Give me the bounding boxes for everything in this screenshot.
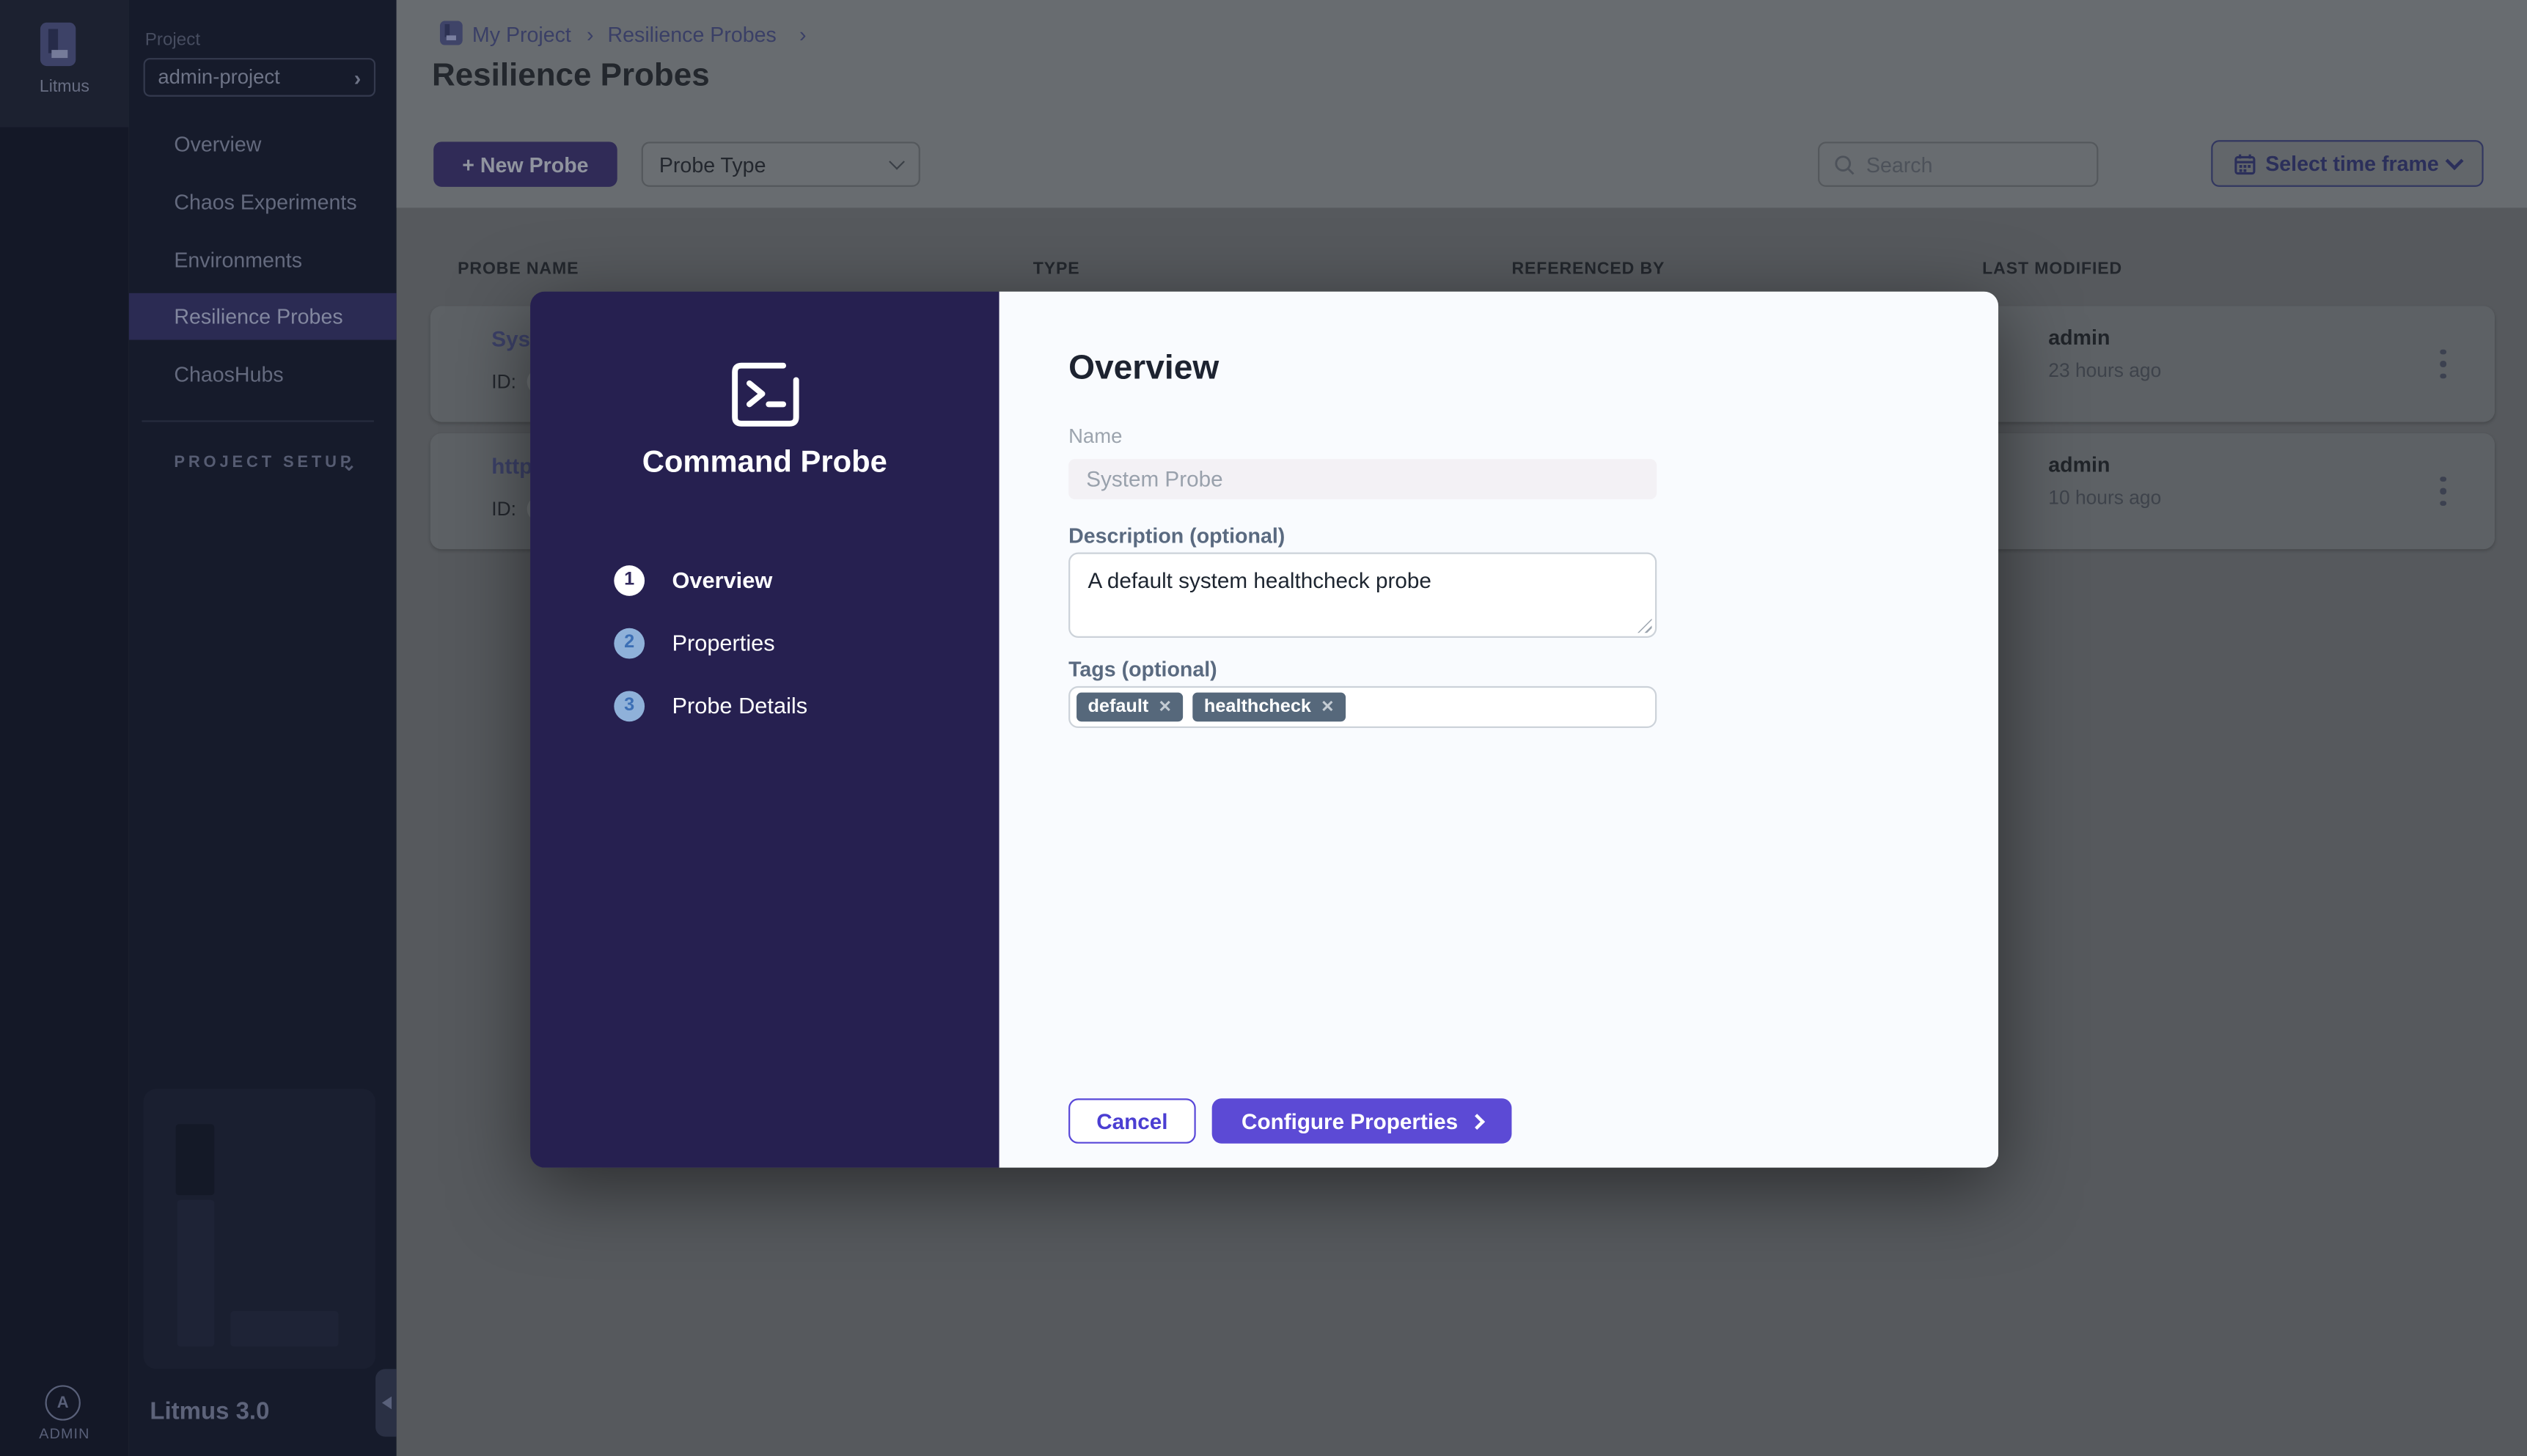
sidebar-item-chaoshubs[interactable]: ChaosHubs <box>129 351 397 398</box>
breadcrumb-item-project[interactable]: My Project <box>472 23 571 47</box>
tags-input[interactable]: default ✕ healthcheck ✕ <box>1068 685 1657 728</box>
chevron-down-icon <box>889 152 905 169</box>
chevron-down-icon: ⌄ <box>341 455 357 476</box>
column-header-referenced-by: REFERENCED BY <box>1511 259 1665 279</box>
form-heading: Overview <box>1068 349 1220 387</box>
project-selector[interactable]: admin-project › <box>143 58 376 97</box>
tags-label: Tags (optional) <box>1068 657 1217 682</box>
remove-tag-icon[interactable]: ✕ <box>1321 698 1334 716</box>
brand-name: Litmus <box>39 77 89 97</box>
step-label: Properties <box>672 629 775 656</box>
mini-rail: Litmus A ADMIN <box>0 0 129 1456</box>
app-version: Litmus 3.0 <box>150 1397 270 1426</box>
search-placeholder: Search <box>1866 152 1933 177</box>
cancel-button[interactable]: Cancel <box>1068 1098 1196 1144</box>
probe-type-value: Probe Type <box>659 152 766 177</box>
project-sidebar: Project admin-project › Overview Chaos E… <box>128 0 397 1456</box>
probe-type-select[interactable]: Probe Type <box>641 141 920 187</box>
modified-by: admin <box>2048 452 2110 477</box>
name-label: Name <box>1068 424 1123 448</box>
probe-type-title: Command Probe <box>642 446 887 480</box>
configure-properties-button[interactable]: Configure Properties <box>1211 1098 1512 1144</box>
column-header-probe-name: PROBE NAME <box>458 259 579 279</box>
name-field[interactable] <box>1068 459 1657 500</box>
chevron-down-icon <box>2446 151 2465 170</box>
chevron-right-icon: › <box>353 65 362 89</box>
step-number: 2 <box>614 627 645 658</box>
step-number: 1 <box>614 565 645 595</box>
collapse-arrow-icon <box>381 1396 391 1410</box>
step-probe-details[interactable]: 3 Probe Details <box>614 686 936 725</box>
page-header: My Project › Resilience Probes › Resilie… <box>396 0 2527 208</box>
sidebar-item-environments[interactable]: Environments <box>129 237 397 284</box>
time-frame-button[interactable]: Select time frame <box>2211 140 2484 187</box>
time-frame-label: Select time frame <box>2265 151 2439 176</box>
breadcrumb-logo-icon <box>439 21 463 45</box>
sidebar-divider <box>142 420 374 422</box>
step-label: Overview <box>672 567 773 593</box>
tag-label: healthcheck <box>1203 697 1312 717</box>
skeleton-block <box>175 1124 215 1196</box>
step-overview[interactable]: 1 Overview <box>614 561 936 600</box>
litmus-logo-icon <box>40 22 76 67</box>
search-input[interactable]: Search <box>1818 141 2099 187</box>
id-label: ID: <box>491 497 517 521</box>
calendar-icon <box>2234 153 2255 174</box>
sidebar-collapse-handle[interactable] <box>375 1369 397 1437</box>
app-root: Litmus A ADMIN Project admin-project › O… <box>0 0 2527 1456</box>
chevron-right-icon <box>1468 1114 1485 1130</box>
step-label: Probe Details <box>672 692 808 718</box>
modified-time: 10 hours ago <box>2048 486 2162 510</box>
sidebar-item-overview[interactable]: Overview <box>129 121 397 168</box>
breadcrumb-separator: › <box>799 22 807 47</box>
skeleton-block <box>177 1199 215 1347</box>
user-role-label: ADMIN <box>39 1425 90 1442</box>
breadcrumb-item-resilience-probes[interactable]: Resilience Probes <box>608 23 777 47</box>
project-name: admin-project <box>158 66 280 89</box>
avatar[interactable]: A <box>45 1385 81 1421</box>
modal-step-panel: Command Probe 1 Overview 2 Properties 3 … <box>530 291 1000 1168</box>
breadcrumb-separator: › <box>586 22 594 47</box>
description-label: Description (optional) <box>1068 523 1285 548</box>
row-menu-button[interactable] <box>2426 467 2461 515</box>
configure-properties-label: Configure Properties <box>1242 1108 1459 1133</box>
column-header-last-modified: LAST MODIFIED <box>1982 259 2123 279</box>
skeleton-block <box>230 1311 339 1347</box>
id-label: ID: <box>491 370 517 394</box>
modal-form-panel: Overview Name Description (optional) Tag… <box>999 291 1999 1168</box>
sidebar-item-chaos-experiments[interactable]: Chaos Experiments <box>129 179 397 226</box>
modified-by: admin <box>2048 325 2110 350</box>
sidebar-item-resilience-probes[interactable]: Resilience Probes <box>128 293 397 340</box>
tag-chip: healthcheck ✕ <box>1192 692 1346 722</box>
row-menu-button[interactable] <box>2426 340 2461 389</box>
column-header-type: TYPE <box>1033 259 1080 279</box>
step-number: 3 <box>614 690 645 721</box>
project-setup-section[interactable]: PROJECT SETUP <box>174 455 354 472</box>
project-label: Project <box>144 30 201 51</box>
create-probe-modal: Command Probe 1 Overview 2 Properties 3 … <box>530 291 1999 1168</box>
modified-time: 23 hours ago <box>2048 359 2162 382</box>
tag-chip: default ✕ <box>1077 692 1184 722</box>
remove-tag-icon[interactable]: ✕ <box>1158 698 1171 716</box>
new-probe-button[interactable]: + New Probe <box>433 141 617 187</box>
tag-label: default <box>1088 697 1149 717</box>
description-field[interactable] <box>1068 552 1657 638</box>
search-icon <box>1835 155 1855 174</box>
page-title: Resilience Probes <box>431 58 710 94</box>
step-properties[interactable]: 2 Properties <box>614 623 936 662</box>
terminal-icon <box>732 362 799 427</box>
